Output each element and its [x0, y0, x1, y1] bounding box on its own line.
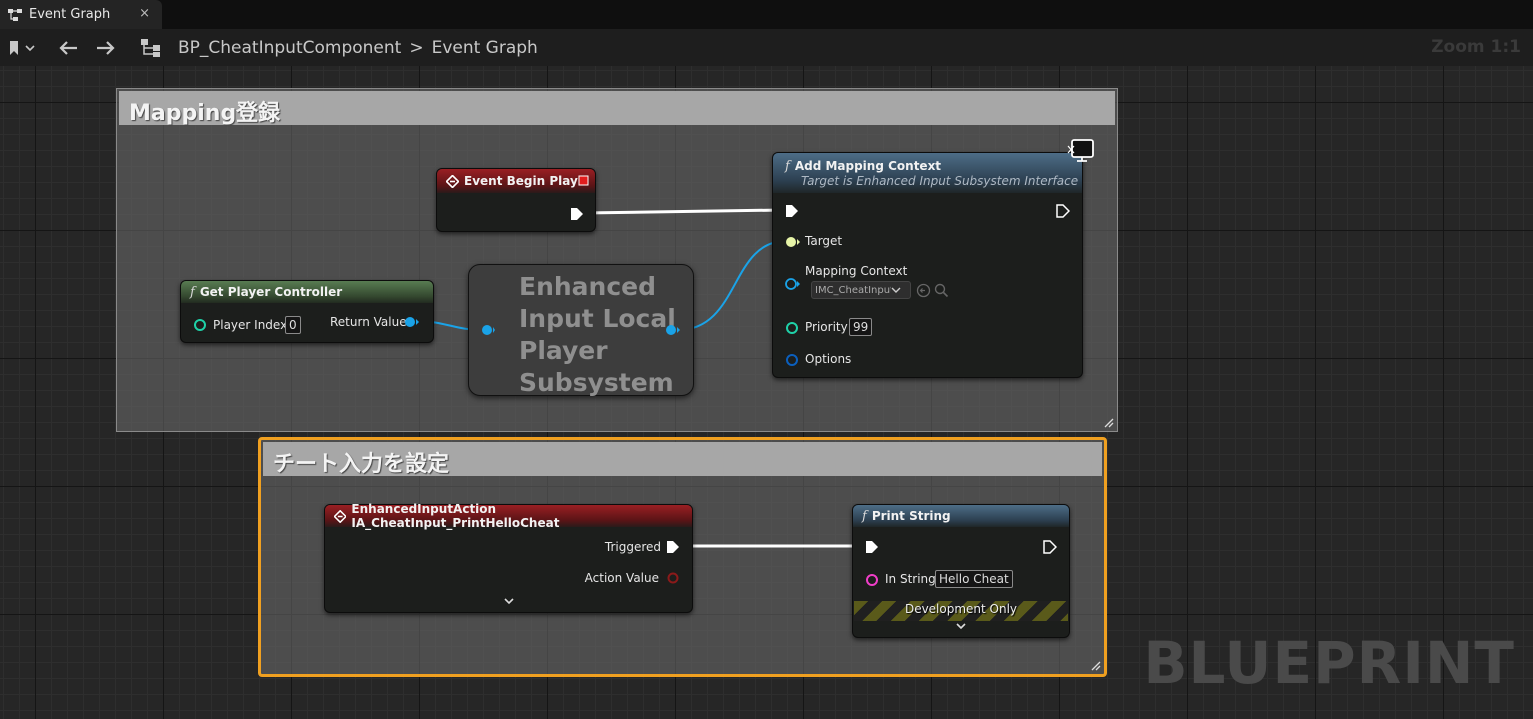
exec-out-pin[interactable] [1043, 540, 1057, 554]
node-enhanced-input-subsystem[interactable]: Enhanced Input Local Player Subsystem [468, 264, 694, 397]
return-value-label: Return Value [330, 315, 407, 329]
tab-event-graph[interactable]: Event Graph × [0, 0, 162, 29]
wires-layer [415, 208, 865, 548]
in-string-pin[interactable] [865, 573, 879, 587]
object-wire-subsystem [677, 240, 787, 331]
node-title: EnhancedInputAction IA_CheatInput_PrintH… [351, 502, 560, 530]
use-selected-asset-icon[interactable] [916, 283, 931, 298]
mapping-context-pin[interactable] [785, 277, 801, 291]
node-get-player-controller[interactable]: f Get Player Controller Player Index 0 R… [180, 280, 434, 343]
exec-out-pin[interactable] [570, 207, 584, 221]
node-event-begin-play[interactable]: Event Begin Play [436, 168, 596, 232]
arrow-right-icon [97, 40, 115, 55]
function-icon: f [190, 284, 195, 300]
zoom-level: Zoom 1:1 [1431, 37, 1521, 57]
graph-icon [8, 8, 22, 21]
chevron-down-icon[interactable] [955, 622, 967, 632]
development-only-label: Development Only [904, 602, 1018, 616]
graph-canvas[interactable]: Mapping登録 チート入力を設定 Event Begin Play f Ge… [0, 66, 1533, 719]
tab-label: Event Graph [29, 7, 111, 22]
event-icon [334, 509, 347, 523]
node-title: Event Begin Play [464, 174, 578, 188]
options-label: Options [805, 352, 852, 366]
player-index-input[interactable]: 0 [285, 316, 301, 334]
node-title: Get Player Controller [199, 285, 343, 299]
subsystem-in-pin[interactable] [479, 323, 495, 337]
action-value-pin[interactable] [666, 571, 680, 585]
priority-input[interactable]: 99 [849, 318, 873, 336]
mapping-context-value: IMC_CheatInput [815, 284, 891, 296]
breadcrumb-separator: > [409, 37, 424, 58]
development-only-banner: Development Only [854, 601, 1068, 621]
bookmark-icon [10, 40, 18, 55]
arrow-left-icon [59, 40, 77, 55]
node-subtitle: Target is Enhanced Input Subsystem Inter… [801, 173, 1079, 188]
toolbar: BP_CheatInputComponent > Event Graph Zoo… [0, 29, 1533, 66]
priority-label: Priority [805, 320, 848, 334]
node-title: Add Mapping Context [794, 159, 942, 173]
priority-pin[interactable] [785, 321, 799, 335]
node-header[interactable]: Event Begin Play [437, 169, 595, 193]
in-string-label: In String [885, 572, 936, 586]
event-icon [446, 174, 459, 188]
close-icon[interactable]: × [139, 6, 150, 21]
browse-search-icon[interactable] [934, 283, 949, 298]
node-header[interactable]: f Get Player Controller [181, 281, 433, 303]
breadcrumb: BP_CheatInputComponent > Event Graph [178, 29, 538, 66]
triggered-label: Triggered [604, 540, 661, 554]
options-pin[interactable] [785, 353, 799, 367]
node-header[interactable]: EnhancedInputAction IA_CheatInput_PrintH… [325, 502, 692, 530]
bookmark-dropdown[interactable] [8, 29, 35, 66]
node-add-mapping-context[interactable]: f Add Mapping Context Target is Enhanced… [772, 152, 1083, 378]
forward-button[interactable] [96, 29, 116, 66]
subsystem-out-pin[interactable] [665, 323, 681, 337]
player-index-label: Player Index [213, 318, 288, 332]
node-title: Enhanced Input Local Player Subsystem [519, 272, 676, 397]
mapping-context-dropdown[interactable]: IMC_CheatInput [811, 281, 911, 299]
target-pin[interactable] [785, 235, 801, 249]
function-icon: f [862, 508, 867, 524]
node-title: Print String [871, 509, 951, 523]
tab-bar: Event Graph × [0, 0, 1533, 29]
target-context-icon [1067, 139, 1094, 162]
delegate-pin-icon[interactable] [578, 175, 589, 186]
return-value-pin[interactable] [404, 315, 420, 329]
in-string-input[interactable]: Hello Cheat [935, 570, 1013, 588]
breadcrumb-root[interactable]: BP_CheatInputComponent [178, 38, 401, 58]
node-header[interactable]: f Add Mapping Context Target is Enhanced… [773, 153, 1082, 193]
target-label: Target [805, 234, 843, 248]
exec-out-pin[interactable] [1056, 204, 1070, 218]
graph-hierarchy-icon [140, 29, 162, 66]
blueprint-watermark: BLUEPRINT [1143, 629, 1515, 697]
mapping-context-label: Mapping Context [805, 264, 908, 278]
chevron-down-icon[interactable] [503, 597, 515, 607]
chevron-down-icon [25, 44, 35, 51]
player-index-pin[interactable] [193, 318, 207, 332]
function-icon: f [785, 158, 790, 174]
breadcrumb-current[interactable]: Event Graph [432, 38, 538, 58]
action-value-label: Action Value [584, 571, 659, 585]
chevron-down-icon [891, 287, 901, 293]
node-print-string[interactable]: f Print String In String Hello Cheat Dev… [852, 504, 1070, 638]
node-enhanced-input-action[interactable]: EnhancedInputAction IA_CheatInput_PrintH… [324, 502, 693, 613]
node-header[interactable]: f Print String [853, 505, 1069, 527]
exec-in-pin[interactable] [865, 540, 879, 554]
triggered-exec-pin[interactable] [666, 540, 680, 554]
exec-wire-beginplay [582, 208, 784, 215]
back-button[interactable] [58, 29, 78, 66]
exec-in-pin[interactable] [785, 204, 799, 218]
